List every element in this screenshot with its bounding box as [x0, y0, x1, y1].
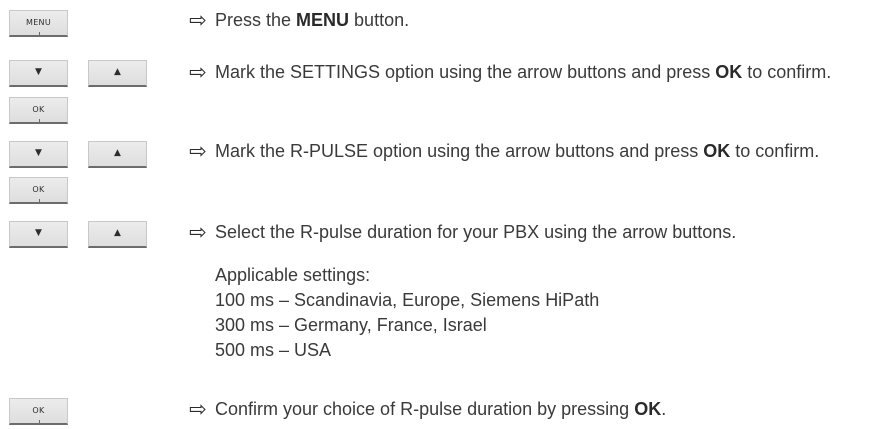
ok-button[interactable]: OK — [9, 97, 68, 124]
applicable-settings: Applicable settings: 100 ms – Scandinavi… — [215, 263, 599, 363]
settings-line: 100 ms – Scandinavia, Europe, Siemens Hi… — [215, 290, 600, 310]
right-arrow-icon: ⇨ — [189, 8, 207, 32]
step-text: Press the MENU button. — [215, 10, 410, 30]
instruction-step-4: ⇨ Select the R-pulse duration for your P… — [189, 220, 859, 245]
step-text: Mark the R-PULSE option using the arrow … — [215, 141, 820, 161]
instruction-step-5: ⇨ Confirm your choice of R-pulse duratio… — [189, 397, 859, 422]
up-arrow-button[interactable]: ▲ — [88, 60, 147, 87]
up-arrow-icon: ▲ — [114, 67, 121, 77]
step-text: Select the R-pulse duration for your PBX… — [215, 222, 737, 242]
right-arrow-icon: ⇨ — [189, 60, 207, 84]
ok-button[interactable]: OK — [9, 398, 68, 425]
settings-line: 500 ms – USA — [215, 340, 332, 360]
ok-button-label: OK — [32, 184, 45, 194]
ok-button-label: OK — [32, 405, 45, 415]
up-arrow-button[interactable]: ▲ — [88, 141, 147, 168]
down-arrow-icon: ▼ — [35, 228, 42, 238]
down-arrow-button[interactable]: ▼ — [9, 221, 68, 248]
down-arrow-button[interactable]: ▼ — [9, 141, 68, 168]
step-text: Mark the SETTINGS option using the arrow… — [215, 62, 832, 82]
right-arrow-icon: ⇨ — [189, 220, 207, 244]
down-arrow-icon: ▼ — [35, 148, 42, 158]
menu-button-label: MENU — [26, 17, 51, 27]
settings-line: 300 ms – Germany, France, Israel — [215, 315, 487, 335]
down-arrow-icon: ▼ — [35, 67, 42, 77]
step-text: Confirm your choice of R-pulse duration … — [215, 399, 667, 419]
menu-button[interactable]: MENU — [9, 10, 68, 37]
instruction-step-1: ⇨ Press the MENU button. — [189, 8, 859, 33]
right-arrow-icon: ⇨ — [189, 139, 207, 163]
up-arrow-button[interactable]: ▲ — [88, 221, 147, 248]
ok-button-label: OK — [32, 104, 45, 114]
down-arrow-button[interactable]: ▼ — [9, 60, 68, 87]
settings-heading: Applicable settings: — [215, 265, 371, 285]
up-arrow-icon: ▲ — [114, 228, 121, 238]
up-arrow-icon: ▲ — [114, 148, 121, 158]
right-arrow-icon: ⇨ — [189, 397, 207, 421]
instruction-step-2: ⇨ Mark the SETTINGS option using the arr… — [189, 60, 859, 85]
instruction-step-3: ⇨ Mark the R-PULSE option using the arro… — [189, 139, 859, 164]
ok-button[interactable]: OK — [9, 177, 68, 204]
